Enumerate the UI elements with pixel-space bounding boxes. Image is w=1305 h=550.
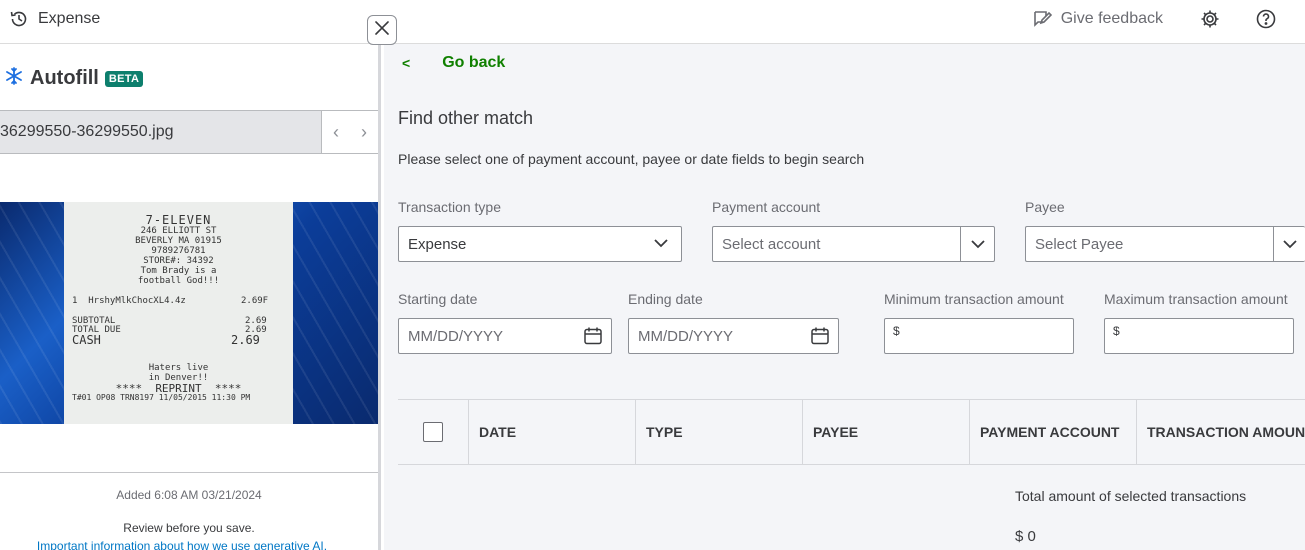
autofill-header: Autofill BETA: [4, 66, 144, 91]
receipt-store: 7-ELEVEN: [145, 213, 212, 227]
search-instructions: Please select one of payment account, pa…: [398, 151, 865, 167]
file-selector: 36299550-36299550.jpg ‹ ›: [0, 110, 378, 154]
receipt-address1: 246 ELLIOTT ST: [140, 226, 217, 236]
chevron-left-icon: <: [402, 55, 411, 71]
give-feedback-button[interactable]: Give feedback: [1031, 8, 1163, 30]
next-file-chevron-icon[interactable]: ›: [361, 122, 367, 143]
receipt-footer1: Haters live: [148, 363, 209, 373]
transaction-type-select[interactable]: Expense: [398, 226, 682, 262]
payment-account-label: Payment account: [712, 199, 821, 215]
close-panel-button[interactable]: [367, 15, 397, 45]
min-amount-input[interactable]: $: [884, 318, 1074, 354]
ending-date-label: Ending date: [628, 291, 703, 307]
receipt-cash: 2.69: [231, 333, 260, 347]
find-match-panel: < Go back Find other match Please select…: [384, 44, 1305, 550]
beta-badge: BETA: [104, 70, 144, 87]
column-header-date[interactable]: DATE: [469, 400, 636, 464]
review-notice: Review before you save.: [123, 521, 255, 535]
ending-date-input[interactable]: MM/DD/YYYY: [628, 318, 839, 354]
column-header-payee[interactable]: PAYEE: [803, 400, 970, 464]
max-amount-input[interactable]: $: [1104, 318, 1294, 354]
chevron-down-icon[interactable]: [1273, 227, 1305, 261]
currency-prefix: $: [1113, 324, 1120, 338]
starting-date-label: Starting date: [398, 291, 478, 307]
find-match-title: Find other match: [398, 108, 534, 128]
page-title: Expense: [38, 10, 101, 27]
select-all-cell: [398, 400, 469, 464]
currency-prefix: $: [893, 324, 900, 338]
receipt-item: 1 HrshyMlkChocXL4.4z: [72, 296, 186, 306]
close-icon: [375, 20, 389, 40]
file-nav: ‹ ›: [321, 111, 378, 153]
payment-account-select[interactable]: Select account: [712, 226, 995, 262]
receipt-store-number: STORE#: 34392: [143, 256, 214, 266]
transactions-table-header: DATE TYPE PAYEE PAYMENT ACCOUNT TRANSACT…: [398, 399, 1305, 465]
added-timestamp: Added 6:08 AM 03/21/2024: [116, 488, 262, 502]
help-icon[interactable]: [1255, 8, 1277, 30]
total-selected-label: Total amount of selected transactions: [1015, 488, 1247, 504]
receipt-phone: 9789276781: [151, 246, 206, 256]
divider: [0, 472, 378, 473]
payee-placeholder: Select Payee: [1035, 236, 1124, 253]
ending-date-placeholder: MM/DD/YYYY: [638, 328, 734, 345]
starting-date-input[interactable]: MM/DD/YYYY: [398, 318, 612, 354]
calendar-icon[interactable]: [810, 326, 830, 350]
receipt-transaction: T#01 OP08 TRN8197 11/05/2015 11:30 PM: [72, 393, 251, 402]
receipt-msg2: football God!!!: [137, 276, 220, 286]
gear-icon[interactable]: [1199, 8, 1221, 30]
feedback-icon: [1031, 8, 1053, 30]
receipt-paper: 7-ELEVEN 246 ELLIOTT ST BEVERLY MA 01915…: [64, 202, 293, 424]
file-name: 36299550-36299550.jpg: [0, 123, 174, 140]
column-header-payment-account[interactable]: PAYMENT ACCOUNT: [970, 400, 1137, 464]
receipt-cash-label: CASH: [72, 333, 101, 347]
top-bar: Expense Give feedback: [0, 0, 1305, 44]
page-header: Expense: [8, 8, 100, 30]
go-back-label: Go back: [442, 54, 506, 71]
select-all-checkbox[interactable]: [423, 422, 443, 442]
starting-date-placeholder: MM/DD/YYYY: [408, 328, 504, 345]
receipt-image: 7-ELEVEN 246 ELLIOTT ST BEVERLY MA 01915…: [0, 202, 378, 424]
chevron-down-icon: [653, 235, 669, 255]
transaction-type-label: Transaction type: [398, 199, 501, 215]
column-header-transaction-amount[interactable]: TRANSACTION AMOUNT: [1137, 400, 1305, 464]
calendar-icon[interactable]: [583, 326, 603, 350]
receipt-address2: BEVERLY MA 01915: [135, 236, 222, 246]
payee-select[interactable]: Select Payee: [1025, 226, 1305, 262]
chevron-down-icon[interactable]: [960, 227, 994, 261]
payee-label: Payee: [1025, 199, 1065, 215]
total-selected-value: $ 0: [1015, 528, 1036, 545]
max-amount-label: Maximum transaction amount: [1104, 291, 1288, 307]
generative-ai-info-link[interactable]: Important information about how we use g…: [0, 539, 364, 550]
autofill-title: Autofill: [30, 67, 99, 89]
feedback-label: Give feedback: [1060, 10, 1163, 27]
column-header-type[interactable]: TYPE: [636, 400, 803, 464]
go-back-link[interactable]: < Go back: [402, 54, 505, 72]
autofill-icon: [4, 66, 24, 91]
min-amount-label: Minimum transaction amount: [884, 291, 1064, 307]
receipt-item-price: 2.69F: [241, 296, 269, 306]
history-icon[interactable]: [8, 8, 30, 30]
transaction-type-value: Expense: [408, 236, 467, 253]
payment-account-placeholder: Select account: [722, 236, 821, 253]
receipt-msg1: Tom Brady is a: [140, 266, 217, 276]
previous-file-chevron-icon[interactable]: ‹: [333, 122, 339, 143]
autofill-panel: Autofill BETA 36299550-36299550.jpg ‹ › …: [0, 44, 381, 550]
